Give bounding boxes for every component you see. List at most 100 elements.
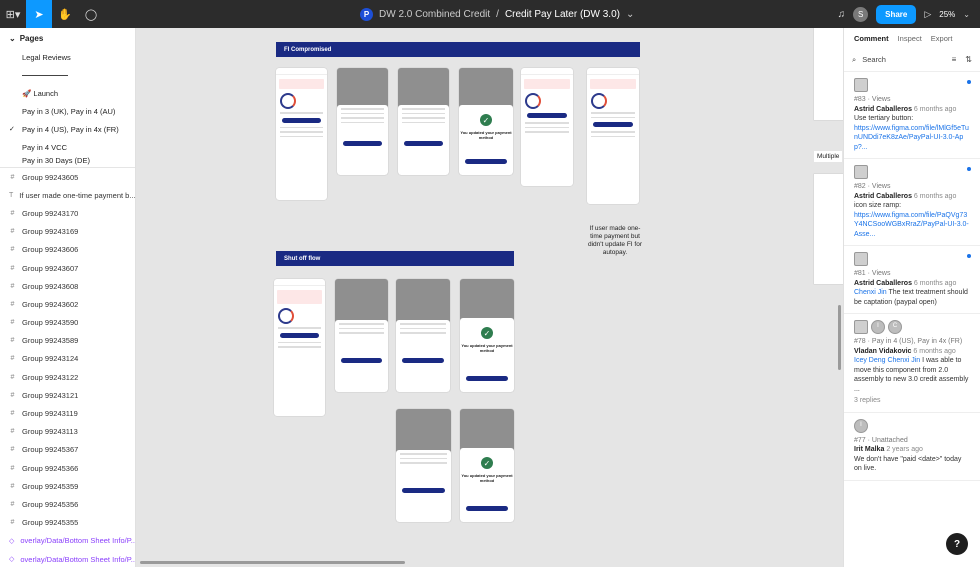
phone-frame[interactable]	[587, 68, 639, 204]
avatar	[854, 320, 868, 334]
headphones-icon[interactable]: ♫	[838, 9, 846, 20]
phone-frame[interactable]	[274, 279, 325, 416]
comment-thread[interactable]: #83 · Views Astrid Caballeros 6 months ag…	[844, 72, 980, 159]
layer-item[interactable]: ◇ overlay/Data/Bottom Sheet Info/P...	[0, 532, 135, 550]
help-button[interactable]: ?	[946, 533, 968, 555]
move-tool-button[interactable]: ➤	[26, 0, 52, 28]
comment-mention[interactable]: Icey Deng Chenxi Jin	[854, 357, 920, 364]
frame-grid-icon: #	[10, 282, 15, 290]
comment-tool-button[interactable]: ◯	[78, 0, 104, 28]
phone-frame[interactable]	[276, 68, 327, 200]
layer-label: Group 99243602	[22, 299, 79, 309]
sort-icon[interactable]: ⇅	[965, 55, 972, 64]
page-divider[interactable]	[0, 66, 135, 84]
comment-location: Pay in 4 (US), Pay in 4x (FR)	[871, 338, 963, 345]
phone-frame[interactable]: ✓ You updated your payment method	[460, 409, 514, 522]
phone-frame[interactable]	[335, 279, 388, 392]
project-name[interactable]: DW 2.0 Combined Credit	[379, 9, 490, 20]
vertical-scrollbar[interactable]	[838, 305, 841, 370]
layer-item[interactable]: # Group 99243605	[0, 168, 135, 186]
done-button	[466, 506, 508, 511]
hand-tool-button[interactable]: ✋	[52, 0, 78, 28]
comment-search[interactable]: ⌕ Search ≡ ⇅	[844, 48, 980, 72]
present-play-icon[interactable]: ▷	[924, 9, 931, 20]
comment-mention[interactable]: Chenxi Jin	[854, 289, 887, 296]
page-item-legal-reviews[interactable]: Legal Reviews	[0, 48, 135, 66]
chevron-down-icon[interactable]: ⌄	[626, 9, 634, 20]
layer-item[interactable]: # Group 99245356	[0, 495, 135, 513]
comment-link[interactable]: https://www.figma.com/file/lMlGf5eTunUND…	[854, 124, 970, 153]
layer-item[interactable]: # Group 99243608	[0, 277, 135, 295]
error-alert	[279, 79, 324, 89]
tab-comment[interactable]: Comment	[854, 34, 889, 43]
layer-item[interactable]: # Group 99245366	[0, 459, 135, 477]
tab-export[interactable]: Export	[931, 34, 953, 43]
tab-inspect[interactable]: Inspect	[898, 34, 922, 43]
phone-frame[interactable]: ✓ You updated your payment method	[459, 68, 513, 175]
frame-grid-icon: #	[10, 391, 15, 399]
phone-frame[interactable]	[521, 68, 573, 186]
file-name[interactable]: Credit Pay Later (DW 3.0)	[505, 9, 620, 20]
layer-item[interactable]: # Group 99243169	[0, 223, 135, 241]
layer-item[interactable]: # Group 99243589	[0, 332, 135, 350]
share-button[interactable]: Share	[876, 4, 917, 24]
section-fi-compromised[interactable]: FI Compromised	[276, 42, 640, 57]
main-menu-button[interactable]: ⊞▾	[0, 0, 26, 28]
layer-item[interactable]: # Group 99243121	[0, 386, 135, 404]
text-line	[341, 121, 384, 123]
page-item-pay-in-4-vcc[interactable]: Pay in 4 VCC	[0, 138, 135, 156]
page-item-pay-in-30[interactable]: Pay in 30 Days (DE)	[0, 156, 135, 166]
layer-label: Group 99245367	[22, 445, 79, 455]
layer-item[interactable]: ◇ overlay/Data/Bottom Sheet Info/P...	[0, 550, 135, 567]
zoom-chevron-icon[interactable]: ⌄	[963, 10, 970, 19]
phone-frame[interactable]	[337, 68, 388, 175]
page-item-pay-in-3[interactable]: Pay in 3 (UK), Pay in 4 (AU)	[0, 102, 135, 120]
layer-item[interactable]: T If user made one-time payment b...	[0, 186, 135, 204]
layer-item[interactable]: # Group 99243113	[0, 423, 135, 441]
comment-thread[interactable]: #82 · Views Astrid Caballeros 6 months ag…	[844, 159, 980, 246]
comment-author: Astrid Caballeros	[854, 192, 912, 200]
phone-frame[interactable]: ✓ You updated your payment method	[460, 279, 514, 392]
layer-item[interactable]: # Group 99243124	[0, 350, 135, 368]
layer-item[interactable]: # Group 99243602	[0, 295, 135, 313]
user-avatar[interactable]: S	[853, 6, 869, 22]
layer-item[interactable]: # Group 99245355	[0, 514, 135, 532]
comment-thread[interactable]: I C #78 · Pay in 4 (US), Pay in 4x (FR) Vla…	[844, 314, 980, 413]
success-check-icon: ✓	[481, 327, 493, 339]
search-input[interactable]: Search	[862, 55, 886, 64]
phone-frame[interactable]	[396, 409, 451, 522]
comment-replies[interactable]: 3 replies	[854, 396, 970, 406]
layer-item[interactable]: # Group 99243590	[0, 314, 135, 332]
phone-frame[interactable]	[398, 68, 449, 175]
layer-item[interactable]: # Group 99245359	[0, 477, 135, 495]
layer-item[interactable]: # Group 99243119	[0, 404, 135, 422]
zoom-level[interactable]: 25%	[939, 10, 955, 19]
list-filter-icon[interactable]: ≡	[952, 55, 957, 64]
text-line	[339, 332, 384, 334]
layer-item[interactable]: # Group 99243606	[0, 241, 135, 259]
canvas-note[interactable]: If user made one-time payment but didn't…	[584, 225, 646, 257]
canvas[interactable]: FI Compromised ✓ You updated your paymen…	[137, 28, 843, 567]
section-shut-off-flow[interactable]: Shut off flow	[276, 251, 514, 266]
bottom-sheet: ✓ You updated your payment method	[460, 448, 514, 522]
page-item-pay-in-4-us[interactable]: ✓ Pay in 4 (US), Pay in 4x (FR)	[0, 120, 135, 138]
right-panel: Comment Inspect Export ⌕ Search ≡ ⇅ #83 …	[843, 28, 980, 567]
offscreen-frame[interactable]	[814, 28, 843, 120]
text-line	[280, 126, 323, 128]
layer-item[interactable]: # Group 99243122	[0, 368, 135, 386]
comment-thread[interactable]: I #77 · Unattached Irit Malka 2 years ago W…	[844, 413, 980, 481]
page-item-launch[interactable]: 🚀 Launch	[0, 84, 135, 102]
text-line	[402, 121, 445, 123]
offscreen-frame[interactable]	[814, 174, 843, 284]
comment-thread[interactable]: #81 · Views Astrid Caballeros 6 months ag…	[844, 246, 980, 314]
comment-link[interactable]: https://www.figma.com/file/PaQVg73Y4NCSo…	[854, 211, 970, 240]
make-payment-button	[280, 332, 319, 338]
horizontal-scrollbar[interactable]	[140, 561, 405, 564]
make-payment-button	[593, 122, 633, 127]
layer-item[interactable]: # Group 99245367	[0, 441, 135, 459]
text-line	[402, 112, 445, 114]
layer-item[interactable]: # Group 99243170	[0, 204, 135, 222]
pages-header[interactable]: ⌄ Pages	[0, 28, 135, 48]
layer-item[interactable]: # Group 99243607	[0, 259, 135, 277]
phone-frame[interactable]	[396, 279, 450, 392]
